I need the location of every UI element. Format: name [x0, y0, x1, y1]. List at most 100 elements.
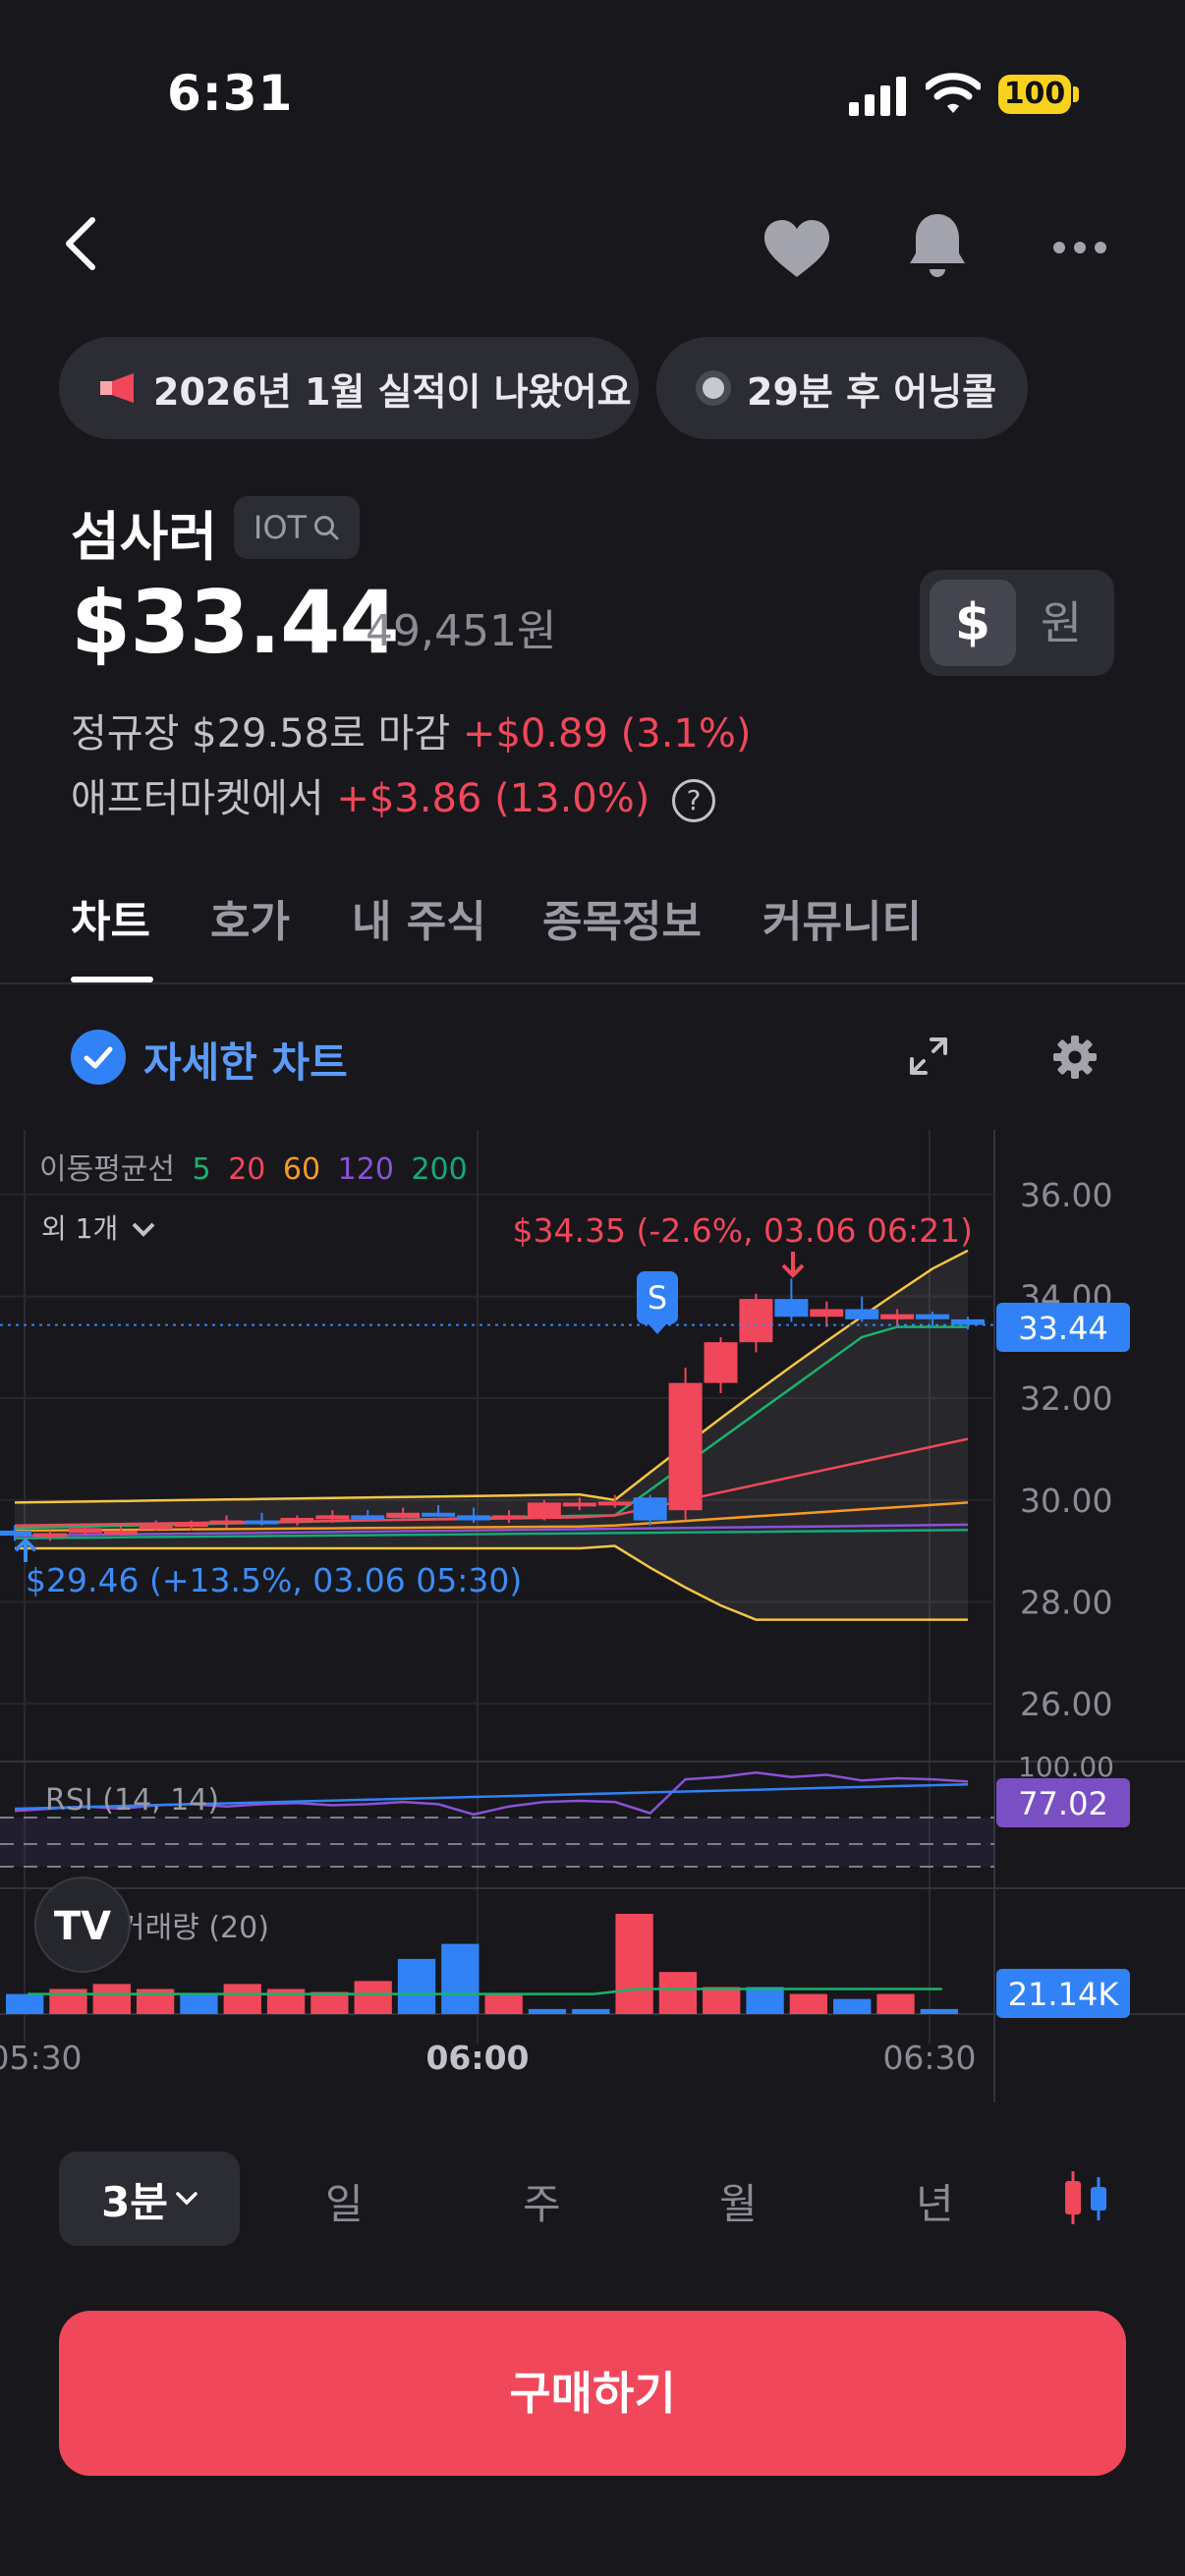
chevron-down-icon — [132, 1222, 155, 1237]
more-options-icon[interactable] — [1051, 238, 1108, 257]
current-price-krw: 49,451원 — [366, 606, 557, 656]
volume-value-text: 21.14K — [1008, 1976, 1120, 2013]
ma-legend-200: 200 — [411, 1152, 467, 1187]
candle-body — [139, 1525, 173, 1530]
candle-body — [422, 1512, 456, 1517]
ma-legend[interactable]: 이동평균선 5 20 60 120 200 — [39, 1152, 468, 1187]
price-chart[interactable]: 36.0034.0032.0030.0028.0026.0005:3006:00… — [0, 1130, 1185, 2102]
stock-name: 섬사러 — [71, 506, 218, 568]
timeframe-month[interactable]: 월 — [719, 2171, 758, 2231]
candle-body — [845, 1309, 879, 1319]
buy-button[interactable]: 구매하기 — [59, 2311, 1126, 2476]
candle-body — [245, 1520, 279, 1525]
volume-bar — [441, 1943, 480, 2014]
y-tick-label: 28.00 — [1020, 1583, 1112, 1621]
current-price: $33.44 — [71, 572, 400, 673]
volume-bar — [484, 1993, 523, 2014]
candle-body — [209, 1520, 244, 1525]
ma-legend-title: 이동평균선 — [39, 1152, 175, 1187]
battery-indicator: 100 — [998, 75, 1071, 114]
timeframe-3min[interactable]: 3분 — [59, 2152, 240, 2246]
ma-legend-120: 120 — [338, 1152, 394, 1187]
volume-bar — [92, 1984, 131, 2014]
tab-chart[interactable]: 차트 — [71, 886, 150, 949]
currency-krw-option[interactable]: 원 — [1016, 580, 1106, 666]
wifi-icon — [926, 73, 981, 113]
y-tick-label: 30.00 — [1020, 1482, 1112, 1520]
volume-bar — [397, 1958, 436, 2014]
ticker-search-chip[interactable]: IOT — [234, 496, 360, 559]
ticker-label: IOT — [253, 509, 308, 546]
settings-gear-icon[interactable] — [1051, 1034, 1099, 1081]
after-market-line: 애프터마켓에서 +$3.86 (13.0%) ? — [71, 766, 716, 823]
candle-body — [774, 1299, 809, 1317]
candle-body — [103, 1530, 138, 1535]
tab-my-stock[interactable]: 내 주식 — [352, 886, 486, 949]
earnings-call-banner[interactable]: 29분 후 어닝콜 — [656, 337, 1028, 439]
tab-community[interactable]: 커뮤니티 — [762, 886, 922, 949]
ma-legend-5: 5 — [193, 1152, 211, 1187]
after-market-text: 애프터마켓에서 — [71, 776, 324, 821]
currency-usd-option[interactable]: $ — [930, 580, 1016, 666]
stock-tabs: 차트 호가 내 주식 종목정보 커뮤니티 — [0, 876, 1185, 984]
signal-badge-text: S — [648, 1279, 667, 1316]
candle-body — [68, 1528, 102, 1534]
volume-bar — [658, 1972, 698, 2014]
detail-chart-label[interactable]: 자세한 차트 — [143, 1030, 348, 1090]
candle-body — [739, 1299, 773, 1343]
volume-bar — [180, 1993, 218, 2014]
candle-body — [668, 1382, 703, 1511]
heart-icon[interactable] — [762, 218, 831, 279]
candle-type-icon[interactable] — [1059, 2169, 1112, 2226]
timeframe-week[interactable]: 주 — [523, 2171, 561, 2231]
after-market-change: +$3.86 (13.0%) — [336, 776, 650, 821]
x-tick-label: 06:00 — [425, 2039, 529, 2077]
rsi-label: RSI (14, 14) — [45, 1783, 219, 1818]
signal-badge[interactable]: S — [637, 1271, 678, 1334]
candle-body — [916, 1314, 950, 1319]
low-annotation: $29.46 (+13.5%, 03.06 05:30) — [26, 1561, 522, 1599]
megaphone-icon — [100, 373, 134, 403]
volume-bar — [920, 2008, 958, 2014]
candle-body — [633, 1497, 667, 1521]
volume-bar — [6, 1993, 44, 2014]
volume-bar — [136, 1988, 175, 2014]
candle-body — [704, 1342, 738, 1383]
help-icon[interactable]: ? — [672, 779, 716, 822]
volume-bar — [572, 2008, 610, 2014]
search-icon — [314, 516, 339, 540]
high-arrow-icon — [781, 1252, 805, 1278]
rsi-band — [0, 1818, 994, 1867]
active-tab-indicator — [71, 977, 153, 982]
timeframe-day[interactable]: 일 — [325, 2171, 364, 2231]
candle-body — [280, 1517, 314, 1522]
candle-body — [457, 1515, 491, 1521]
candle-body — [32, 1533, 67, 1538]
x-tick-label: 05:30 — [0, 2039, 83, 2077]
tab-stock-info[interactable]: 종목정보 — [542, 886, 702, 949]
chevron-down-icon — [176, 2192, 198, 2206]
candle-body — [386, 1512, 421, 1518]
earnings-result-banner[interactable]: 2026년 1월 실적이 나왔어요 — [59, 337, 639, 439]
volume-bar — [703, 1987, 741, 2014]
ma-more-toggle[interactable]: 외 1개 — [41, 1212, 118, 1245]
candle-body — [562, 1502, 596, 1507]
volume-bar — [528, 2008, 567, 2014]
status-time: 6:31 — [167, 65, 294, 122]
y-tick-label: 32.00 — [1020, 1379, 1112, 1418]
candle-body — [491, 1515, 526, 1520]
volume-bar — [49, 1988, 87, 2014]
candle-body — [0, 1530, 31, 1537]
volume-bar — [876, 1993, 915, 2014]
ma-legend-60: 60 — [283, 1152, 320, 1187]
tradingview-logo: TV — [34, 1876, 131, 1973]
checkbox-checked-icon[interactable] — [71, 1030, 126, 1085]
tab-orderbook[interactable]: 호가 — [210, 886, 290, 949]
bell-icon[interactable] — [906, 210, 969, 281]
fullscreen-icon[interactable] — [908, 1036, 949, 1077]
back-icon[interactable] — [61, 216, 100, 271]
x-tick-label: 06:30 — [882, 2039, 976, 2077]
y-tick-label: 26.00 — [1020, 1685, 1112, 1723]
cellular-signal-icon — [849, 77, 906, 116]
timeframe-year[interactable]: 년 — [916, 2171, 954, 2231]
